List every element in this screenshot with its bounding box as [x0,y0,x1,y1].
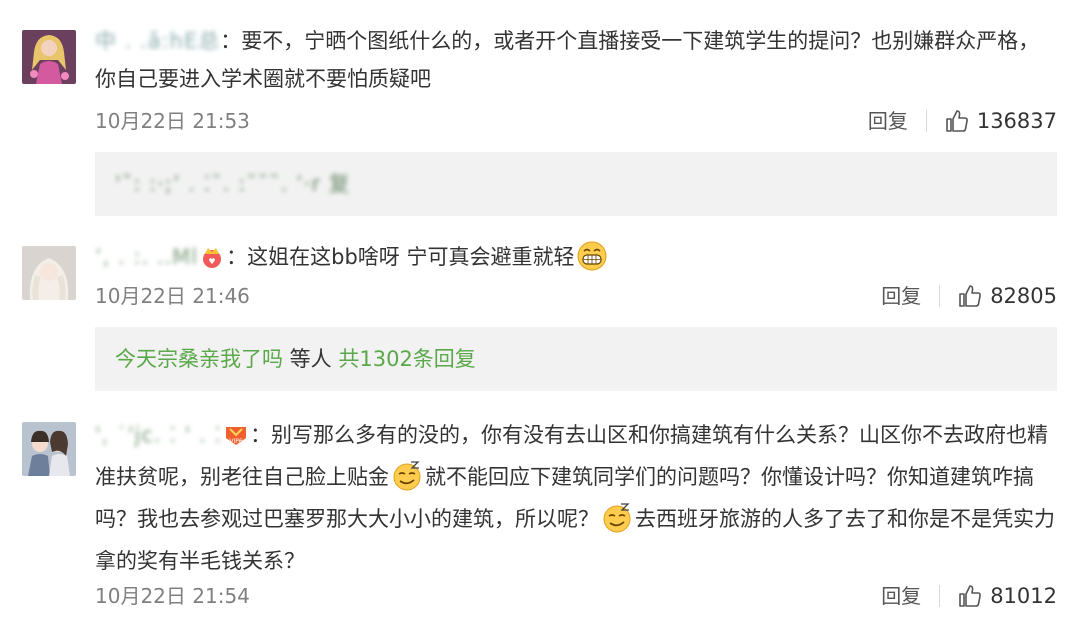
like-button[interactable]: 82805 [958,284,1057,308]
timestamp: 10月22日 21:54 [95,584,250,608]
comment-actions: 回复 82805 [881,280,1057,312]
like-button[interactable]: 81012 [958,584,1057,608]
comment-text: ʼ, . :. ..Ml ♥ ：这姐在这bb啥呀 宁可真会避重就轻 [95,238,1055,276]
crown-badge-icon: ♥ [203,248,222,268]
reply-button[interactable]: 回复 [868,105,908,137]
divider [925,110,927,132]
username[interactable]: 中 . .ǎ:hE总 [95,22,220,60]
like-icon [946,110,968,132]
comment-content: ：要不，宁晒个图纸什么的，或者开个直播接受一下建筑学生的提问？也别嫌群众严格，你… [95,29,1040,91]
like-icon [959,585,982,607]
reply-preview[interactable]: 'ˇ: :·;ʼ . ⁚ˉ. :ˉˉˉ. ʼ·r 复 [95,152,1057,216]
reply-button[interactable]: 回复 [881,580,921,612]
grin-emoji-icon [577,241,607,271]
replier-link[interactable]: 今天宗桑亲我了吗 [115,347,283,371]
smug-emoji-icon [603,503,631,533]
username[interactable]: ʼ, . :. ..Ml [95,238,198,276]
comment-content: ：这姐在这bb啥呀 宁可真会避重就轻 [226,245,575,269]
reply-count-link[interactable]: 共1302条回复 [338,347,475,371]
reply-preview[interactable]: 今天宗桑亲我了吗 等人 共1302条回复 [95,327,1057,391]
timestamp: 10月22日 21:46 [95,284,250,308]
vip-badge-label: VIP6 [229,438,242,445]
like-icon [959,285,982,307]
replies-middle-text: 等人 [283,347,339,371]
like-count: 82805 [990,284,1057,308]
comment-text: 'ˌ ˙'jc. ⁚ ' . ⁚ VIP6 ：别写那么多有的没的，你有没有去山区和你… [95,414,1055,582]
comment-meta: 10月22日 21:46 回复 82805 [95,280,1057,312]
username[interactable]: 'ˌ ˙'jc. ⁚ ' . ⁚ [95,414,222,456]
divider [939,285,941,307]
reply-button[interactable]: 回复 [881,280,921,312]
timestamp: 10月22日 21:53 [95,109,250,133]
like-count: 81012 [990,584,1057,608]
comment-actions: 回复 81012 [881,580,1057,612]
comment-text: 中 . .ǎ:hE总：要不，宁晒个图纸什么的，或者开个直播接受一下建筑学生的提问… [95,22,1055,98]
like-count: 136837 [976,109,1057,133]
divider [939,585,941,607]
svg-text:♥: ♥ [209,257,216,266]
avatar[interactable] [22,246,76,300]
avatar[interactable] [22,422,76,476]
reply-preview-text: 今天宗桑亲我了吗 等人 共1302条回复 [115,327,476,391]
smug-emoji-icon [393,461,421,491]
blurred-reply: 'ˇ: :·;ʼ . ⁚ˉ. :ˉˉˉ. ʼ·r 复 [115,172,351,196]
vip-badge-icon: VIP6 [226,427,247,445]
comment-meta: 10月22日 21:54 回复 81012 [95,580,1057,612]
avatar[interactable] [22,30,76,84]
like-button[interactable]: 136837 [945,109,1057,133]
comment-actions: 回复 136837 [868,105,1057,137]
comment-meta: 10月22日 21:53 回复 136837 [95,105,1057,137]
reply-preview-text: 'ˇ: :·;ʼ . ⁚ˉ. :ˉˉˉ. ʼ·r 复 [115,152,351,216]
